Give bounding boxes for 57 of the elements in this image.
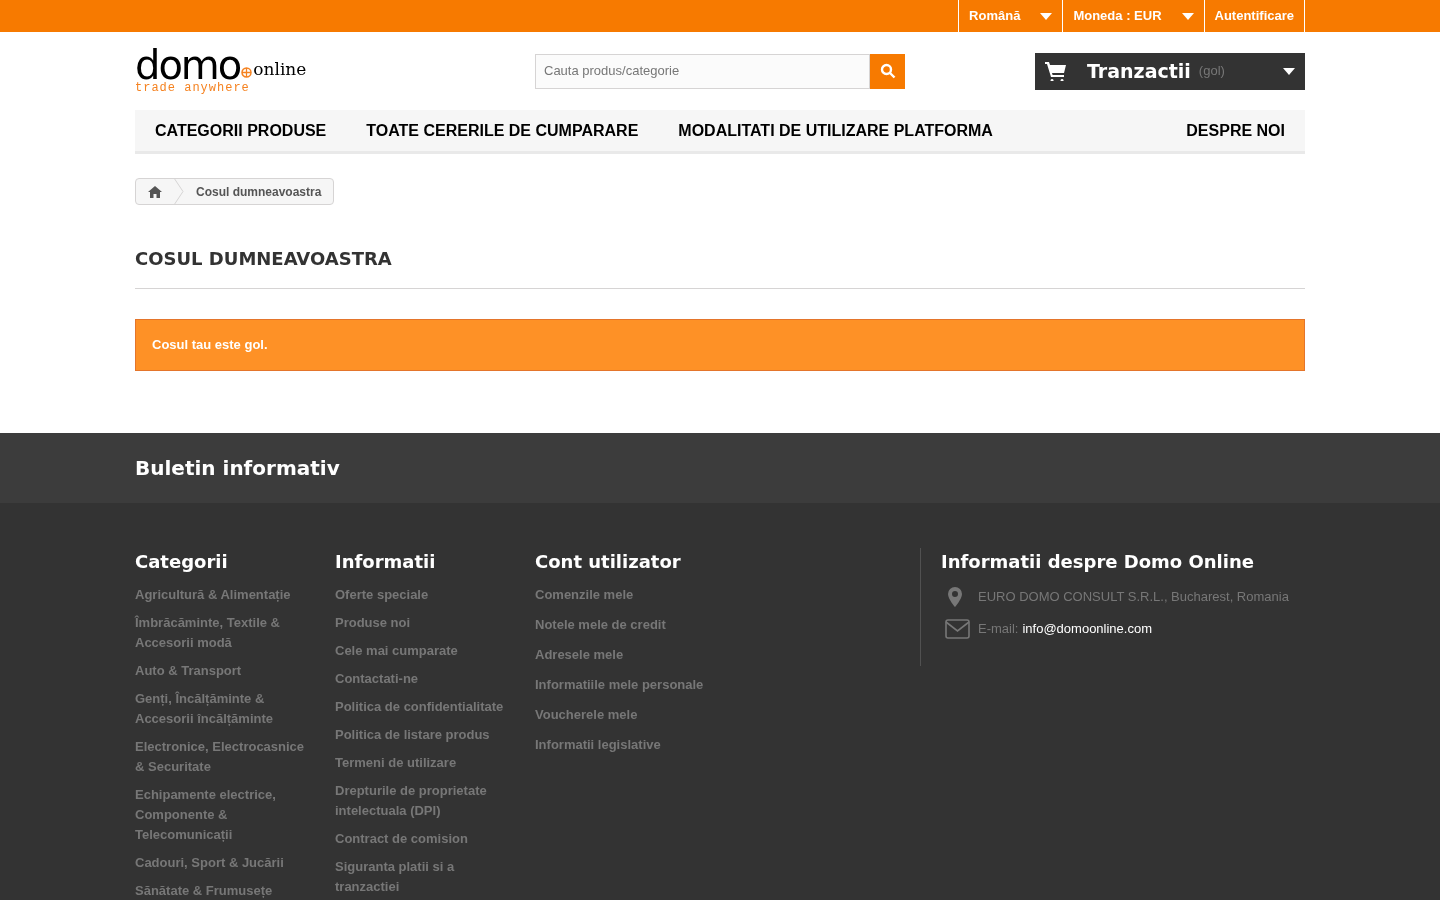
footer-link[interactable]: Drepturile de proprietate intelectuala (DPI) [335, 781, 515, 821]
address-text: EURO DOMO CONSULT S.R.L., Bucharest, Romania [978, 588, 1289, 607]
footer-link[interactable]: Informatiile mele personale [535, 675, 900, 695]
nav-link[interactable]: CATEGORII PRODUSE [155, 118, 327, 143]
nav-link[interactable]: TOATE CERERILE DE CUMPARARE [366, 118, 639, 143]
footer-link[interactable]: Genți, Încălțăminte & Accesorii încălțăminte [135, 689, 315, 729]
footer-link[interactable]: Electronice, Electrocasnice & Securitate [135, 737, 315, 777]
email-label: E-mail: [978, 620, 1019, 639]
footer-link[interactable]: Termeni de utilizare [335, 753, 515, 773]
footer-link[interactable]: Contract de comision [335, 829, 515, 849]
caret-icon [1181, 12, 1194, 20]
dropdown-button[interactable]: Moneda : EUR [1062, 0, 1204, 32]
logo-tagline: trade anywhere [135, 82, 251, 94]
envelope-icon [945, 619, 970, 639]
logo-text: online [253, 61, 307, 78]
search-button[interactable] [870, 53, 905, 89]
footer-heading: Cont utilizator [535, 550, 682, 574]
cart-button[interactable]: Tranzactii (gol) [1035, 52, 1305, 90]
footer-link[interactable]: Produse noi [335, 613, 515, 633]
footer-link[interactable]: Contactati-ne [335, 669, 515, 689]
footer-link[interactable]: Sănătate & Frumusețe [135, 881, 315, 900]
dropdown-button[interactable]: Română [958, 0, 1063, 32]
footer-link[interactable]: Auto & Transport [135, 661, 315, 681]
footer-link[interactable]: Informatii legislative [535, 735, 900, 755]
search-field[interactable]: Cauta produs/categorie [535, 53, 870, 89]
breadcrumb-text: Cosul dumneavoastra [195, 183, 323, 201]
home-icon [148, 185, 162, 198]
search-icon [879, 63, 896, 79]
footer-link[interactable]: Voucherele mele [535, 705, 900, 725]
nav-link[interactable]: DESPRE NOI [1186, 118, 1285, 143]
newsletter-title: Buletin informativ [135, 456, 340, 480]
footer-link[interactable]: Cele mai cumparate [335, 641, 515, 661]
footer-link[interactable]: Notele mele de credit [535, 615, 900, 635]
footer-link[interactable]: Siguranta platii si a tranzactiei [335, 857, 515, 897]
footer-link[interactable]: Comenzile mele [535, 585, 900, 605]
nav-link[interactable]: MODALITATI DE UTILIZARE PLATFORMA [678, 118, 993, 143]
footer-link[interactable]: Cadouri, Sport & Jucării [135, 853, 315, 873]
login-link[interactable]: Autentificare [1203, 0, 1305, 32]
footer-link[interactable]: Echipamente electrice, Componente & Telecomunicații [135, 785, 315, 845]
cross-circle-icon [241, 67, 253, 78]
caret-icon [1283, 67, 1295, 75]
map-pin-icon [948, 587, 962, 607]
footer-link[interactable]: Politica de listare produs [335, 725, 515, 745]
footer-link[interactable]: Oferte speciale [335, 585, 515, 605]
footer-heading: Informatii despre Domo Online [941, 550, 1255, 574]
footer-heading: Informatii [335, 550, 437, 574]
footer-link[interactable]: Agricultură & Alimentație [135, 585, 315, 605]
footer-link[interactable]: Politica de confidentialitate [335, 697, 515, 717]
page-title: COSUL DUMNEAVOASTRA [135, 245, 1305, 289]
footer-link[interactable]: Îmbrăcăminte, Textile & Accesorii modă [135, 613, 315, 653]
email-link[interactable]: info@domoonline.com [1022, 619, 1152, 639]
cart-icon [1045, 61, 1067, 81]
logo-text: domo [135, 48, 241, 82]
alert-text: Cosul tau este gol. [152, 336, 268, 355]
caret-icon [1040, 12, 1053, 20]
footer-link[interactable]: Adresele mele [535, 645, 900, 665]
footer-heading: Categorii [135, 550, 229, 574]
